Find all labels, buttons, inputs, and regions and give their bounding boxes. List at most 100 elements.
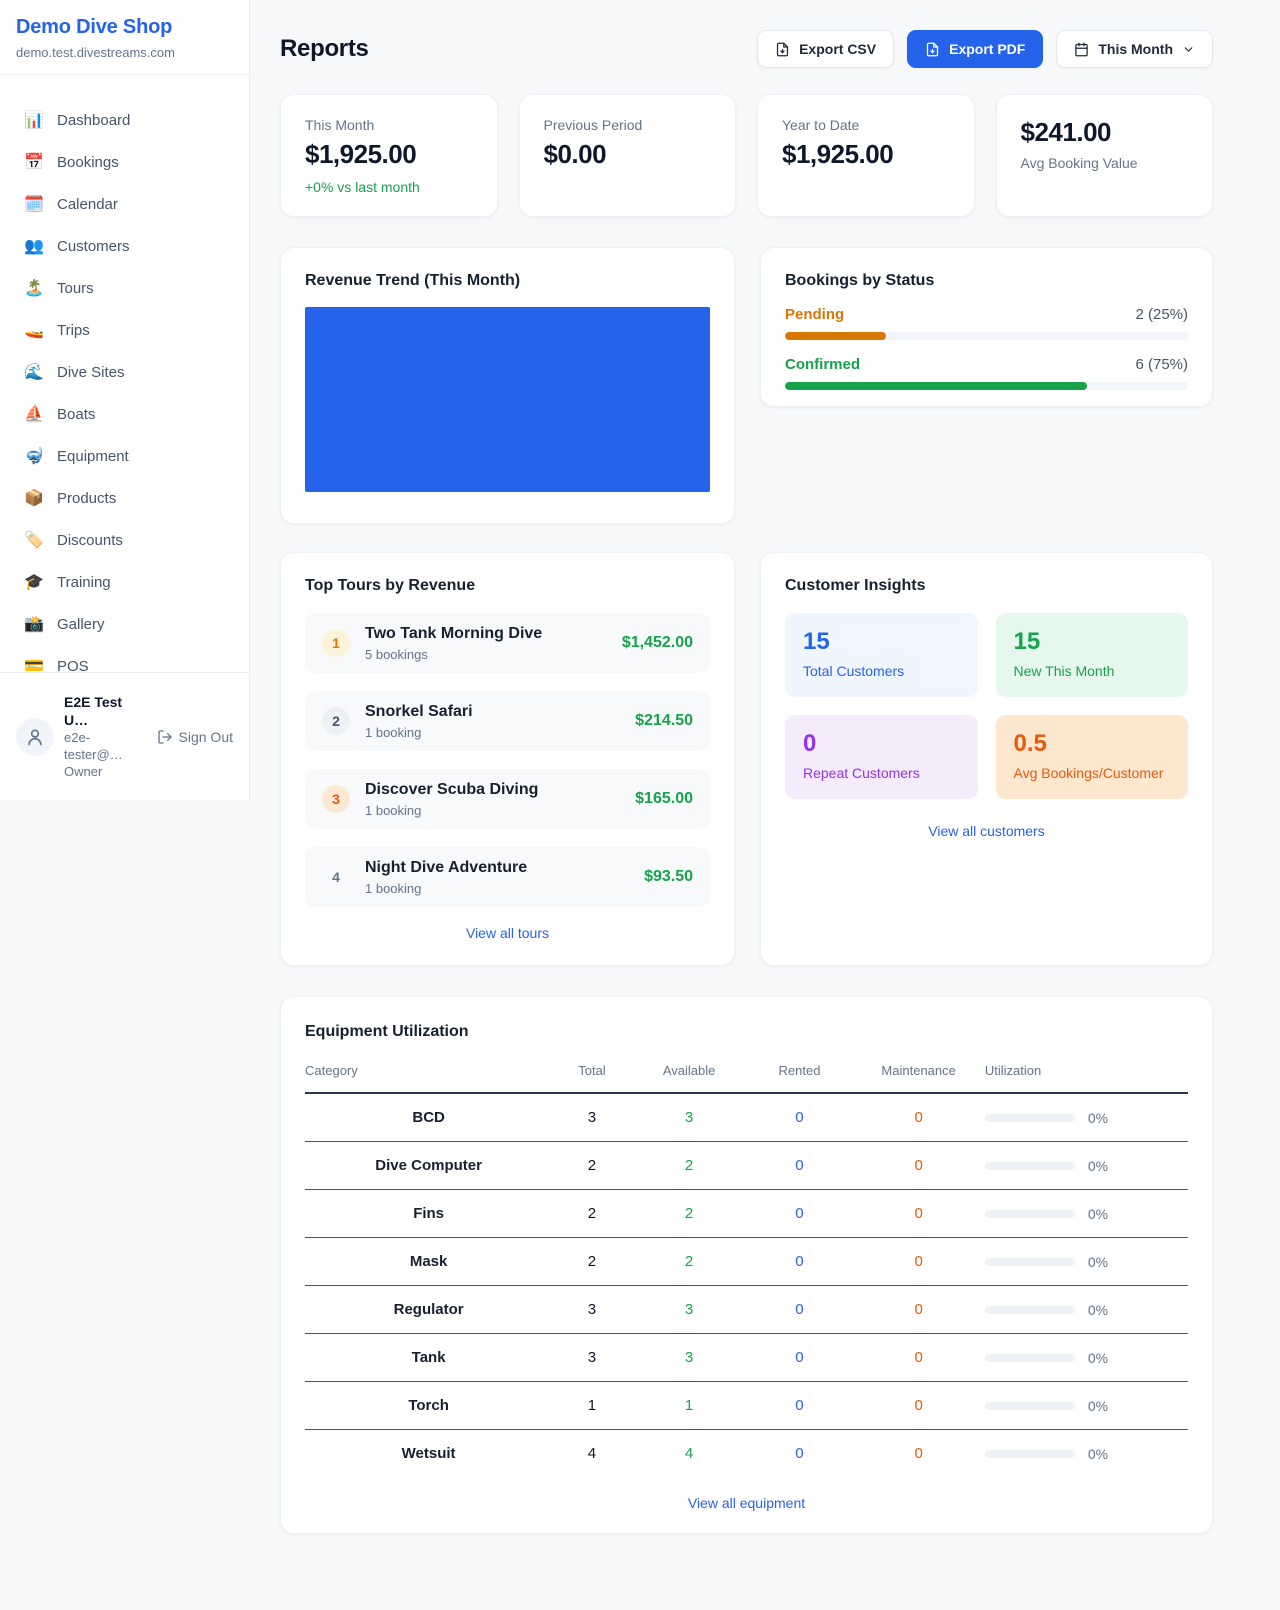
sidebar-item-label: Gallery bbox=[57, 615, 105, 635]
avatar bbox=[16, 718, 54, 756]
tour-row[interactable]: 2 Snorkel Safari 1 booking $214.50 bbox=[305, 691, 710, 751]
logout-icon bbox=[157, 729, 173, 745]
cell-available: 3 bbox=[632, 1286, 747, 1334]
utilization-bar-track bbox=[985, 1354, 1075, 1362]
sidebar-item-trips[interactable]: 🚤 Trips bbox=[8, 311, 241, 351]
column-header-total: Total bbox=[552, 1055, 631, 1093]
column-header-rented: Rented bbox=[746, 1055, 852, 1093]
export-csv-label: Export CSV bbox=[799, 41, 876, 57]
tour-revenue: $165.00 bbox=[635, 790, 693, 808]
insight-tile-avg-bookings: 0.5 Avg Bookings/Customer bbox=[996, 715, 1189, 799]
tour-name: Discover Scuba Diving bbox=[365, 781, 538, 799]
main-content: Reports Export CSV Export PDF This Month… bbox=[280, 0, 1213, 1534]
page-title: Reports bbox=[280, 35, 369, 63]
sidebar-item-label: POS bbox=[57, 657, 89, 672]
utilization-cell: 0% bbox=[985, 1350, 1188, 1366]
cell-total: 2 bbox=[552, 1142, 631, 1190]
sidebar-item-calendar[interactable]: 🗓️ Calendar bbox=[8, 185, 241, 225]
tour-bookings: 5 bookings bbox=[365, 647, 542, 662]
cell-maintenance: 0 bbox=[852, 1382, 984, 1430]
cell-rented: 0 bbox=[746, 1142, 852, 1190]
cell-available: 2 bbox=[632, 1142, 747, 1190]
status-count: 6 (75%) bbox=[1135, 356, 1188, 373]
table-row: Tank 3 3 0 0 0% bbox=[305, 1334, 1188, 1382]
utilization-bar-track bbox=[985, 1402, 1075, 1410]
view-all-equipment-link[interactable]: View all equipment bbox=[305, 1495, 1188, 1511]
sidebar-item-discounts[interactable]: 🏷️ Discounts bbox=[8, 521, 241, 561]
table-row: Fins 2 2 0 0 0% bbox=[305, 1190, 1188, 1238]
dashboard-icon: 📊 bbox=[24, 111, 44, 131]
utilization-percent: 0% bbox=[1088, 1350, 1108, 1366]
sidebar-item-gallery[interactable]: 📸 Gallery bbox=[8, 605, 241, 645]
utilization-cell: 0% bbox=[985, 1398, 1188, 1414]
cell-total: 4 bbox=[552, 1430, 631, 1478]
cell-category: Wetsuit bbox=[305, 1430, 552, 1478]
sidebar-item-equipment[interactable]: 🤿 Equipment bbox=[8, 437, 241, 477]
stat-card-year-to-date: Year to Date $1,925.00 bbox=[757, 94, 975, 217]
sidebar: Demo Dive Shop demo.test.divestreams.com… bbox=[0, 0, 250, 800]
sidebar-item-tours[interactable]: 🏝️ Tours bbox=[8, 269, 241, 309]
sign-out-label: Sign Out bbox=[179, 729, 233, 745]
column-header-available: Available bbox=[632, 1055, 747, 1093]
rank-badge: 4 bbox=[322, 863, 350, 891]
products-icon: 📦 bbox=[24, 489, 44, 509]
table-row: Regulator 3 3 0 0 0% bbox=[305, 1286, 1188, 1334]
insight-tile-total-customers: 15 Total Customers bbox=[785, 613, 978, 697]
cell-category: Fins bbox=[305, 1190, 552, 1238]
tour-revenue: $1,452.00 bbox=[622, 634, 693, 652]
export-csv-button[interactable]: Export CSV bbox=[757, 30, 894, 68]
sidebar-item-dashboard[interactable]: 📊 Dashboard bbox=[8, 101, 241, 141]
utilization-percent: 0% bbox=[1088, 1158, 1108, 1174]
status-label: Confirmed bbox=[785, 356, 860, 373]
revenue-trend-card: Revenue Trend (This Month) bbox=[280, 247, 735, 524]
sidebar-item-products[interactable]: 📦 Products bbox=[8, 479, 241, 519]
tour-row[interactable]: 4 Night Dive Adventure 1 booking $93.50 bbox=[305, 847, 710, 907]
sidebar-item-dive-sites[interactable]: 🌊 Dive Sites bbox=[8, 353, 241, 393]
sidebar-item-customers[interactable]: 👥 Customers bbox=[8, 227, 241, 267]
utilization-bar-track bbox=[985, 1162, 1075, 1170]
sign-out-button[interactable]: Sign Out bbox=[157, 729, 233, 745]
cell-maintenance: 0 bbox=[852, 1430, 984, 1478]
sidebar-item-label: Calendar bbox=[57, 195, 118, 215]
sidebar-item-training[interactable]: 🎓 Training bbox=[8, 563, 241, 603]
view-all-customers-link[interactable]: View all customers bbox=[785, 823, 1188, 839]
cell-available: 4 bbox=[632, 1430, 747, 1478]
sidebar-item-label: Boats bbox=[57, 405, 95, 425]
stat-value: $1,925.00 bbox=[305, 139, 473, 170]
export-pdf-button[interactable]: Export PDF bbox=[907, 30, 1043, 68]
top-tours-card: Top Tours by Revenue 1 Two Tank Morning … bbox=[280, 552, 735, 966]
stat-card-avg-booking-value: $241.00 Avg Booking Value bbox=[996, 94, 1214, 217]
period-dropdown[interactable]: This Month bbox=[1056, 30, 1213, 68]
sidebar-item-pos[interactable]: 💳 POS bbox=[8, 647, 241, 672]
customer-insights-card: Customer Insights 15 Total Customers 15 … bbox=[760, 552, 1213, 966]
cell-total: 3 bbox=[552, 1286, 631, 1334]
tour-row[interactable]: 3 Discover Scuba Diving 1 booking $165.0… bbox=[305, 769, 710, 829]
sidebar-item-boats[interactable]: ⛵ Boats bbox=[8, 395, 241, 435]
tile-label: New This Month bbox=[1014, 663, 1171, 679]
utilization-bar-track bbox=[985, 1450, 1075, 1458]
utilization-cell: 0% bbox=[985, 1302, 1188, 1318]
table-header-row: Category Total Available Rented Maintena… bbox=[305, 1055, 1188, 1093]
cell-maintenance: 0 bbox=[852, 1334, 984, 1382]
status-row-confirmed: Confirmed 6 (75%) bbox=[785, 356, 1188, 390]
status-bar-fill bbox=[785, 332, 886, 340]
tour-row[interactable]: 1 Two Tank Morning Dive 5 bookings $1,45… bbox=[305, 613, 710, 673]
utilization-cell: 0% bbox=[985, 1110, 1188, 1126]
stat-value: $0.00 bbox=[544, 139, 712, 170]
equipment-table: Category Total Available Rented Maintena… bbox=[305, 1055, 1188, 1477]
sidebar-item-bookings[interactable]: 📅 Bookings bbox=[8, 143, 241, 183]
sidebar-item-label: Dive Sites bbox=[57, 363, 125, 383]
revenue-trend-chart bbox=[305, 307, 710, 492]
tours-icon: 🏝️ bbox=[24, 279, 44, 299]
cell-total: 3 bbox=[552, 1334, 631, 1382]
utilization-percent: 0% bbox=[1088, 1206, 1108, 1222]
view-all-tours-link[interactable]: View all tours bbox=[305, 925, 710, 941]
cell-category: Dive Computer bbox=[305, 1142, 552, 1190]
column-header-utilization: Utilization bbox=[985, 1055, 1188, 1093]
equipment-utilization-card: Equipment Utilization Category Total Ava… bbox=[280, 996, 1213, 1534]
user-info: E2E Test U… e2e-tester@… Owner bbox=[64, 693, 147, 780]
header-actions: Export CSV Export PDF This Month bbox=[757, 30, 1213, 68]
stat-value: $241.00 bbox=[1021, 117, 1189, 148]
calendar-icon bbox=[1074, 42, 1089, 57]
top-tours-title: Top Tours by Revenue bbox=[305, 577, 710, 595]
